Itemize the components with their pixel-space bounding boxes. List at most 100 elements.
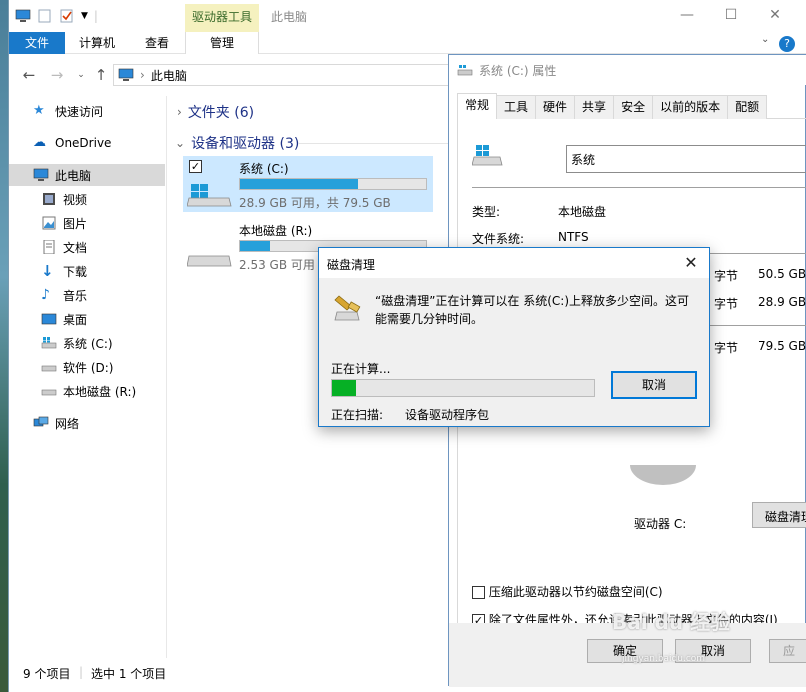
sidebar-item-documents[interactable]: 文档 <box>9 236 165 258</box>
drive-icon <box>187 184 232 207</box>
desktop-icon <box>41 313 57 325</box>
group-header-folders[interactable]: › 文件夹 (6) <box>177 102 254 122</box>
ribbon-tabs: 文件 计算机 查看 管理 ⌄ ? <box>9 32 806 54</box>
used-space-value: 50.5 GB <box>758 267 806 281</box>
drive-usage-bar <box>239 178 427 190</box>
capacity-unit: 字节 <box>714 341 739 355</box>
tab-quota[interactable]: 配额 <box>727 95 768 119</box>
compress-option[interactable]: 压缩此驱动器以节约磁盘空间(C) <box>472 583 663 600</box>
recent-dropdown-icon[interactable]: ⌄ <box>71 70 91 80</box>
disk-cleanup-button[interactable]: 磁盘清理 <box>752 502 806 528</box>
sidebar-item-onedrive[interactable]: ☁ OneDrive <box>9 132 165 154</box>
sidebar-item-quick-access[interactable]: ★ 快速访问 <box>9 100 165 122</box>
computer-icon[interactable] <box>15 9 31 23</box>
tab-hardware[interactable]: 硬件 <box>535 95 576 119</box>
checkmark-icon[interactable] <box>59 9 75 23</box>
close-button[interactable]: ✕ <box>753 4 797 26</box>
sidebar-item-music[interactable]: ♪ 音乐 <box>9 284 165 306</box>
sidebar-item-desktop[interactable]: 桌面 <box>9 308 165 330</box>
cancel-button[interactable]: 取消 <box>611 371 697 399</box>
sidebar-item-label: 本地磁盘 (R:) <box>63 384 137 399</box>
tab-computer[interactable]: 计算机 <box>67 32 127 54</box>
type-value: 本地磁盘 <box>558 205 607 219</box>
drive-icon <box>187 255 232 267</box>
sidebar-item-drive-r[interactable]: 本地磁盘 (R:) <box>9 380 165 402</box>
dialog-title-bar: 系统 (C:) 属性 <box>449 55 806 85</box>
drive-icon <box>41 389 57 396</box>
apply-button[interactable]: 应 <box>769 639 806 663</box>
tab-previous-versions[interactable]: 以前的版本 <box>652 95 729 119</box>
computer-icon <box>33 168 49 181</box>
usage-pie-icon <box>630 465 696 485</box>
forward-arrow-icon[interactable]: → <box>47 66 67 84</box>
drive-tools-tab-group: 驱动器工具 <box>185 4 259 32</box>
sidebar-item-pictures[interactable]: 图片 <box>9 212 165 234</box>
sidebar-item-downloads[interactable]: ↓ 下载 <box>9 260 165 282</box>
computer-icon <box>118 68 134 81</box>
sidebar-item-label: 系统 (C:) <box>63 336 113 351</box>
sidebar-item-drive-d[interactable]: 软件 (D:) <box>9 356 165 378</box>
tab-view[interactable]: 查看 <box>135 32 179 54</box>
status-divider: | <box>79 665 84 679</box>
help-button[interactable]: ? <box>779 36 795 52</box>
tab-security[interactable]: 安全 <box>613 95 654 119</box>
expand-ribbon-icon[interactable]: ⌄ <box>761 34 769 45</box>
sidebar-item-drive-c[interactable]: 系统 (C:) <box>9 332 165 354</box>
drive-icon <box>41 337 57 349</box>
watermark-url: jingyan.baidu.com <box>622 654 706 664</box>
drive-usage-fill <box>240 241 270 251</box>
volume-name-input[interactable]: 系统 <box>566 145 806 173</box>
drive-icon <box>472 145 503 166</box>
chevron-right-icon: › <box>177 105 182 119</box>
drive-usage-fill <box>240 179 359 189</box>
properties-icon[interactable] <box>37 9 53 23</box>
used-space-unit: 字节 <box>714 269 739 283</box>
sidebar-item-this-pc[interactable]: 此电脑 <box>9 164 165 186</box>
sidebar-item-label: 音乐 <box>63 288 88 303</box>
sidebar-item-label: 快速访问 <box>55 104 104 119</box>
sidebar-item-label: 网络 <box>55 416 80 431</box>
navigation-pane: ★ 快速访问 ☁ OneDrive 此电脑 视频 图片 文档 ↓ 下载 ♪ 音乐… <box>9 96 167 658</box>
maximize-button[interactable]: ☐ <box>709 4 753 26</box>
sidebar-item-network[interactable]: 网络 <box>9 412 165 434</box>
group-header-devices[interactable]: ⌄ 设备和驱动器 (3) <box>175 133 299 153</box>
sidebar-item-label: 视频 <box>63 192 88 207</box>
tab-manage[interactable]: 管理 <box>185 32 259 54</box>
chevron-down-icon: ⌄ <box>175 136 186 150</box>
close-button[interactable]: ✕ <box>679 251 703 275</box>
sidebar-item-label: 软件 (D:) <box>63 360 114 375</box>
address-bar[interactable]: › 此电脑 <box>113 64 453 86</box>
sidebar-item-label: 图片 <box>63 216 88 231</box>
sidebar-item-label: 文档 <box>63 240 88 255</box>
music-icon: ♪ <box>41 287 50 303</box>
up-arrow-icon[interactable]: ↑ <box>91 66 111 84</box>
filesystem-label: 文件系统: <box>472 232 525 246</box>
drive-tile-c[interactable]: ✓ 系统 (C:) 28.9 GB 可用，共 79.5 GB <box>183 156 433 212</box>
desktop-background <box>0 0 8 692</box>
breadcrumb-chevron-icon[interactable]: › <box>140 68 145 82</box>
group-title: 设备和驱动器 (3) <box>191 136 300 152</box>
properties-tabs: 常规 工具 硬件 共享 安全 以前的版本 配额 <box>457 93 806 119</box>
sidebar-item-videos[interactable]: 视频 <box>9 188 165 210</box>
free-space-value: 28.9 GB <box>758 295 806 309</box>
select-checkbox[interactable]: ✓ <box>189 160 202 173</box>
tab-sharing[interactable]: 共享 <box>574 95 615 119</box>
free-space-unit: 字节 <box>714 297 739 311</box>
disk-cleanup-dialog: 磁盘清理 ✕ “磁盘清理”正在计算可以在 系统(C:)上释放多少空间。这可能需要… <box>318 247 710 427</box>
tab-tools[interactable]: 工具 <box>496 95 537 119</box>
dialog-title: 系统 (C:) 属性 <box>479 63 557 78</box>
tab-general[interactable]: 常规 <box>457 93 498 119</box>
back-arrow-icon[interactable]: ← <box>19 66 39 84</box>
divider <box>708 325 806 326</box>
compress-checkbox[interactable] <box>472 586 485 599</box>
breadcrumb[interactable]: 此电脑 <box>151 67 187 84</box>
minimize-button[interactable]: — <box>665 4 709 26</box>
toolbar-divider: | <box>93 9 98 23</box>
customize-dropdown-icon[interactable]: ▼ <box>81 11 88 21</box>
dialog-title: 磁盘清理 <box>327 258 376 272</box>
calculating-label: 正在计算... <box>331 362 391 376</box>
picture-icon <box>42 216 56 230</box>
group-divider <box>299 143 459 144</box>
tab-file[interactable]: 文件 <box>9 32 65 54</box>
title-bar: ▼ | 驱动器工具 此电脑 — ☐ ✕ <box>9 0 806 32</box>
